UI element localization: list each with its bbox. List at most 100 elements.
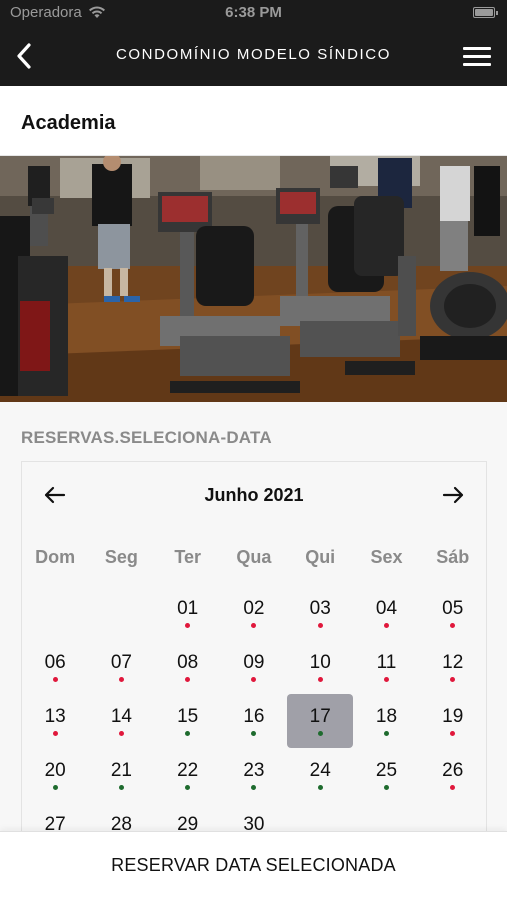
calendar-day[interactable]: 10 [287, 640, 353, 694]
day-number: 23 [243, 760, 265, 781]
availability-dot [251, 623, 257, 628]
day-number: 11 [376, 652, 397, 673]
availability-dot [450, 677, 456, 682]
calendar-day[interactable]: 18 [353, 694, 419, 748]
availability-dot [52, 785, 58, 790]
day-number: 04 [375, 598, 398, 619]
calendar-empty-cell [22, 586, 88, 640]
availability-dot [383, 677, 389, 682]
availability-dot [450, 785, 456, 790]
calendar-day[interactable]: 15 [155, 694, 221, 748]
reserve-selected-date-button[interactable]: RESERVAR DATA SELECIONADA [0, 832, 507, 900]
page-title: Academia [21, 112, 116, 134]
day-number: 06 [44, 652, 66, 673]
month-title: Junho 2021 [204, 485, 304, 505]
weekday-label: Qui [305, 547, 336, 567]
calendar-day[interactable]: 23 [221, 748, 287, 802]
day-number: 14 [110, 706, 132, 727]
menu-button[interactable] [461, 44, 493, 70]
availability-dot [185, 677, 191, 682]
day-number: 12 [442, 652, 464, 673]
next-month-button[interactable] [438, 480, 468, 510]
calendar-week: 01 02 03 04 05 [22, 586, 486, 640]
day-number: 07 [110, 652, 132, 673]
day-number: 13 [44, 706, 66, 727]
bottom-bar: RESERVAR DATA SELECIONADA [0, 831, 507, 900]
calendar-day[interactable]: 25 [353, 748, 419, 802]
calendar-grid: 01 02 03 04 05 06 07 08 09 10 11 12 13 14 15 16 17 18 19 20… [22, 586, 486, 856]
gym-photo [0, 156, 507, 402]
availability-dot [251, 731, 257, 736]
weekday-label: Sáb [436, 547, 470, 567]
calendar-day[interactable]: 09 [221, 640, 287, 694]
hamburger-menu-icon [463, 47, 491, 50]
availability-dot [118, 785, 124, 790]
section-label: RESERVAS.SELECIONA-DATA [21, 428, 272, 447]
weekday-label: Dom [35, 547, 76, 567]
calendar-day[interactable]: 02 [221, 586, 287, 640]
availability-dot [251, 785, 257, 790]
weekday-label: Qua [236, 547, 272, 567]
day-number: 24 [309, 760, 331, 781]
back-button[interactable] [8, 40, 40, 72]
calendar-day[interactable]: 11 [353, 640, 419, 694]
nav-title: CONDOMÍNIO MODELO SÍNDICO [115, 46, 391, 63]
weekday-label: Seg [104, 547, 138, 567]
calendar-day[interactable]: 06 [22, 640, 88, 694]
day-number: 05 [442, 598, 464, 619]
calendar-empty-cell [88, 586, 154, 640]
page-header: Academia [0, 86, 507, 156]
day-number: 25 [375, 760, 398, 781]
day-number: 17 [309, 706, 331, 727]
availability-dot [185, 731, 191, 736]
calendar-day[interactable]: 08 [155, 640, 221, 694]
availability-dot [383, 731, 389, 736]
day-number: 10 [309, 652, 331, 673]
calendar-day[interactable]: 04 [353, 586, 419, 640]
battery-icon [473, 7, 498, 18]
day-number: 03 [309, 598, 331, 619]
weekday-header: Dom Seg Ter Qua Qui Sex Sáb [22, 547, 486, 568]
weekday-label: Ter [174, 547, 201, 567]
availability-dot [185, 785, 191, 790]
day-number: 19 [442, 706, 464, 727]
day-number: 09 [243, 652, 265, 673]
availability-dot [383, 623, 389, 628]
day-number: 01 [177, 598, 199, 619]
availability-dot [185, 623, 191, 628]
availability-dot [450, 731, 456, 736]
calendar-day[interactable]: 03 [287, 586, 353, 640]
day-number: 20 [44, 760, 66, 781]
calendar-day[interactable]: 13 [22, 694, 88, 748]
nav-bar: CONDOMÍNIO MODELO SÍNDICO [0, 28, 507, 86]
calendar-day[interactable]: 20 [22, 748, 88, 802]
availability-dot [317, 731, 323, 736]
availability-dot [118, 731, 124, 736]
calendar-day[interactable]: 01 [155, 586, 221, 640]
day-number: 16 [243, 706, 265, 727]
availability-dot [317, 677, 323, 682]
availability-dot [450, 623, 456, 628]
calendar-day[interactable]: 05 [420, 586, 486, 640]
availability-dot [251, 677, 257, 682]
calendar-day[interactable]: 24 [287, 748, 353, 802]
day-number: 15 [177, 706, 199, 727]
calendar-day[interactable]: 21 [88, 748, 154, 802]
day-number: 26 [442, 760, 464, 781]
arrow-right-icon [442, 486, 464, 504]
calendar-day[interactable]: 07 [88, 640, 154, 694]
calendar-day[interactable]: 22 [155, 748, 221, 802]
calendar-day[interactable]: 26 [420, 748, 486, 802]
status-time: 6:38 PM [225, 4, 282, 21]
calendar-day[interactable]: 14 [88, 694, 154, 748]
calendar-day[interactable]: 16 [221, 694, 287, 748]
calendar-day[interactable]: 17 [287, 694, 354, 748]
availability-dot [317, 785, 323, 790]
calendar-day[interactable]: 19 [420, 694, 486, 748]
day-number: 08 [177, 652, 199, 673]
availability-dot [52, 731, 58, 736]
day-number: 02 [243, 598, 265, 619]
calendar-day[interactable]: 12 [420, 640, 486, 694]
calendar-week: 20 21 22 23 24 25 26 [22, 748, 486, 802]
availability-dot [317, 623, 323, 628]
